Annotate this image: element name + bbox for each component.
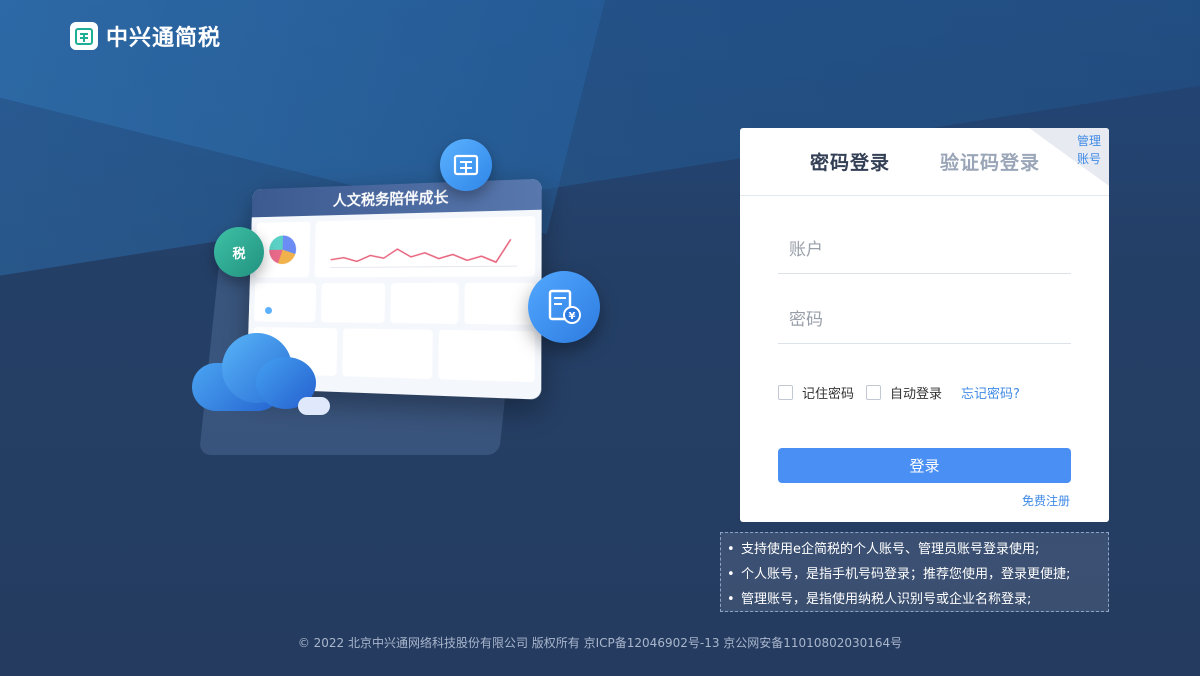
svg-text:¥: ¥	[569, 311, 576, 322]
checkbox-box[interactable]	[778, 385, 793, 400]
footer-copyright: © 2022 北京中兴通网络科技股份有限公司 版权所有 京ICP备1204690…	[297, 636, 903, 650]
password-input[interactable]	[778, 296, 1071, 343]
account-input[interactable]	[778, 226, 1071, 273]
small-cloud-icon	[298, 397, 330, 415]
receipt-yuan-icon: ¥	[528, 271, 600, 343]
document-badge-icon	[440, 139, 492, 191]
tax-hand-icon: 税	[214, 227, 264, 277]
login-button[interactable]: 登录	[778, 448, 1071, 483]
remember-password-label: 记住密码	[802, 387, 855, 402]
decor-dot	[265, 307, 272, 314]
brand-name: 中兴通简税	[106, 26, 222, 51]
login-notes: 支持使用e企简税的个人账号、管理员账号登录使用; 个人账号，是指手机号码登录；推…	[720, 532, 1109, 612]
hero-illustration: 人文税务陪伴成长 税 ¥	[190, 135, 610, 465]
checkbox-box[interactable]	[866, 385, 882, 400]
brand-logo: 中兴通简税	[70, 20, 221, 52]
tab-password-login[interactable]: 密码登录	[810, 148, 890, 175]
note-item: 支持使用e企简税的个人账号、管理员账号登录使用;	[727, 537, 1108, 562]
password-field	[778, 296, 1071, 344]
tax-badge-label: 税	[232, 246, 246, 262]
mockup-stat-tile	[390, 282, 459, 324]
mockup-stat-tile	[320, 283, 386, 323]
auto-login-checkbox[interactable]: 自动登录	[866, 383, 942, 402]
tab-code-login[interactable]: 验证码登录	[940, 148, 1040, 175]
line-chart-icon	[315, 216, 536, 277]
admin-account-link[interactable]: 管理账号	[1075, 132, 1103, 168]
document-grid-icon	[70, 22, 98, 50]
mockup-stat-tile	[253, 283, 316, 323]
register-link[interactable]: 免费注册	[1022, 492, 1070, 509]
donut-chart-icon	[268, 235, 297, 265]
remember-password-checkbox[interactable]: 记住密码	[778, 383, 854, 402]
login-options: 记住密码 自动登录 忘记密码?	[778, 383, 1020, 402]
account-field	[778, 226, 1071, 274]
mockup-line-chart-tile	[314, 216, 536, 278]
forgot-password-link[interactable]: 忘记密码?	[961, 383, 1020, 402]
note-item: 个人账号，是指手机号码登录；推荐您使用，登录更便捷;	[727, 562, 1108, 587]
mockup-review-tile	[342, 328, 433, 380]
mockup-stat-tile	[463, 282, 536, 325]
mockup-review-tile	[438, 329, 535, 383]
note-item: 管理账号，是指使用纳税人识别号或企业名称登录;	[727, 587, 1108, 612]
login-card: 密码登录 验证码登录 管理账号 记住密码 自动登录 忘记密码? 登录 免费注册	[740, 128, 1109, 522]
auto-login-label: 自动登录	[890, 387, 943, 402]
